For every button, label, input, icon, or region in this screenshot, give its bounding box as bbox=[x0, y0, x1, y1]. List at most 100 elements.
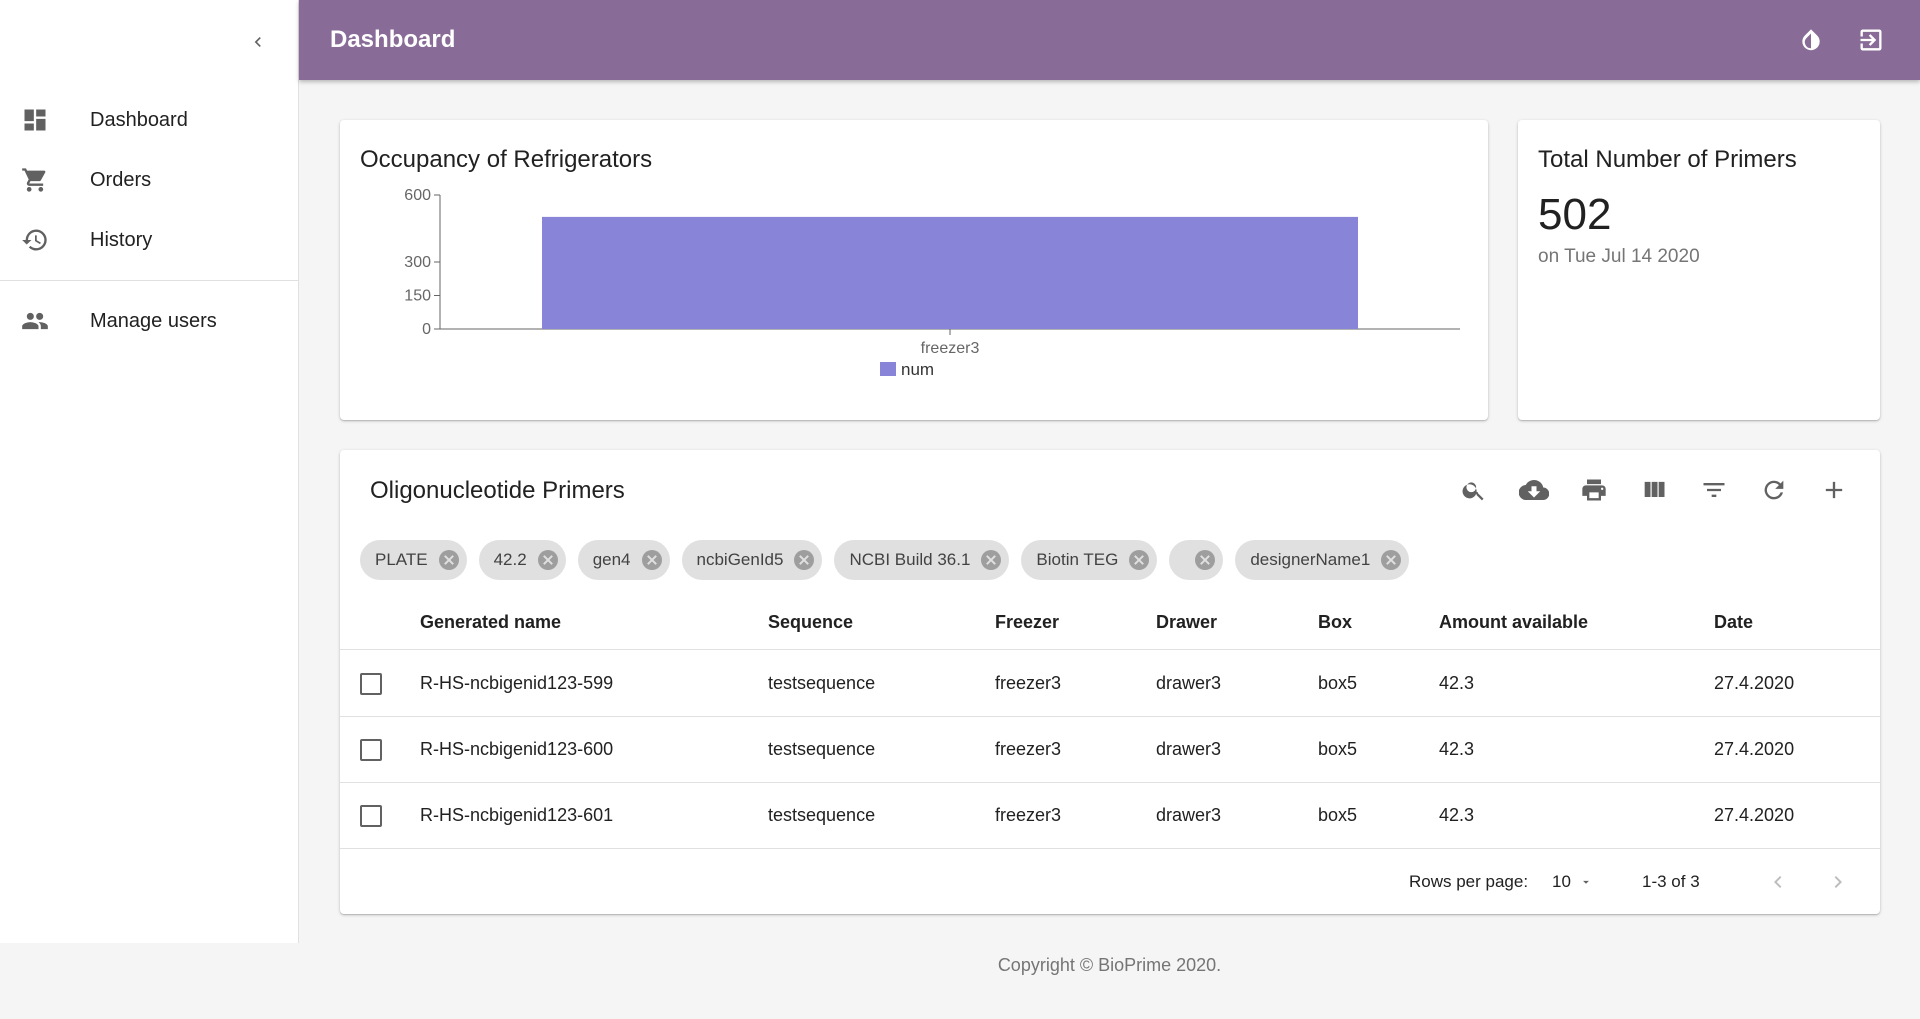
print-button[interactable] bbox=[1574, 470, 1614, 510]
bar-freezer3 bbox=[542, 216, 1358, 329]
cell-freezer: freezer3 bbox=[995, 739, 1062, 759]
column-header-drawer[interactable]: Drawer bbox=[1156, 596, 1217, 649]
print-icon bbox=[1582, 479, 1606, 501]
sidebar-divider bbox=[0, 280, 298, 281]
theme-toggle-icon bbox=[1802, 29, 1820, 51]
cell-amount-available: 42.3 bbox=[1439, 805, 1475, 825]
logout-button[interactable] bbox=[1852, 20, 1890, 60]
theme-toggle-button[interactable] bbox=[1792, 20, 1830, 60]
rows-per-page-value: 10 bbox=[1552, 872, 1571, 891]
history-icon bbox=[20, 225, 50, 255]
cell-generated-name: R-HS-ncbigenid123-599 bbox=[420, 673, 614, 693]
sidebar-item-label: Manage users bbox=[90, 309, 217, 332]
cancel-icon bbox=[981, 550, 1002, 570]
legend-label: num bbox=[901, 360, 934, 379]
sidebar-item-orders[interactable]: Orders bbox=[0, 150, 298, 210]
next-page-button[interactable] bbox=[1818, 862, 1858, 902]
filter-chip[interactable] bbox=[1169, 540, 1224, 580]
filter-chip[interactable]: Biotin TEG bbox=[1021, 540, 1158, 580]
table-header: Generated name Sequence Freezer Drawer B… bbox=[340, 596, 1880, 650]
sidebar-item-manage-users[interactable]: Manage users bbox=[0, 291, 298, 351]
download-button[interactable] bbox=[1514, 470, 1554, 510]
app-bar: Dashboard bbox=[299, 0, 1920, 80]
row-checkbox[interactable] bbox=[360, 672, 382, 695]
footer-copyright: Copyright © BioPrime 2020. bbox=[997, 955, 1222, 975]
sidebar-item-label: Dashboard bbox=[90, 108, 188, 131]
filter-icon bbox=[1703, 483, 1725, 497]
column-header-box[interactable]: Box bbox=[1318, 596, 1352, 649]
cancel-icon bbox=[438, 550, 459, 570]
search-button[interactable] bbox=[1454, 470, 1494, 510]
cancel-icon bbox=[1195, 550, 1216, 570]
sidebar-nav: Dashboard Orders History Manage users bbox=[0, 90, 298, 351]
table-pagination: Rows per page: 10 1-3 of 3 bbox=[340, 850, 1880, 914]
remove-chip-button[interactable] bbox=[437, 548, 461, 572]
total-primers-card: Total Number of Primers 502 on Tue Jul 1… bbox=[1518, 120, 1880, 420]
remove-chip-button[interactable] bbox=[640, 548, 664, 572]
filter-chips: PLATE 42.2 gen4 ncbiGenId5 NCBI Build 36.1 Bi… bbox=[360, 540, 1410, 580]
view-columns-icon bbox=[1644, 481, 1665, 497]
remove-chip-button[interactable] bbox=[979, 548, 1003, 572]
people-icon bbox=[20, 306, 50, 336]
cancel-icon bbox=[537, 550, 558, 570]
previous-page-button[interactable] bbox=[1758, 862, 1798, 902]
sidebar-item-history[interactable]: History bbox=[0, 210, 298, 270]
cancel-icon bbox=[1381, 550, 1402, 570]
filter-chip-label: PLATE bbox=[375, 550, 428, 569]
remove-chip-button[interactable] bbox=[1127, 548, 1151, 572]
y-tick-label: 300 bbox=[404, 254, 431, 271]
cell-amount-available: 42.3 bbox=[1439, 673, 1475, 693]
search-icon bbox=[1462, 482, 1484, 501]
refresh-icon bbox=[1764, 480, 1784, 500]
cell-amount-available: 42.3 bbox=[1439, 739, 1475, 759]
table-row[interactable]: R-HS-ncbigenid123-599 testsequence freezer… bbox=[340, 651, 1880, 717]
rows-per-page-select[interactable]: 10 bbox=[1552, 868, 1593, 896]
filter-chip[interactable]: NCBI Build 36.1 bbox=[834, 540, 1010, 580]
cell-sequence: testsequence bbox=[768, 739, 876, 759]
filter-chip[interactable]: designerName1 bbox=[1235, 540, 1410, 580]
dashboard-icon bbox=[20, 105, 50, 135]
cancel-icon bbox=[1129, 550, 1150, 570]
cell-drawer: drawer3 bbox=[1156, 673, 1222, 693]
add-button[interactable] bbox=[1814, 470, 1854, 510]
filter-chip-label: Biotin TEG bbox=[1036, 550, 1119, 569]
total-primers-title: Total Number of Primers bbox=[1538, 146, 1797, 173]
sidebar: Dashboard Orders History Manage users bbox=[0, 0, 299, 943]
table-row[interactable]: R-HS-ncbigenid123-601 testsequence freezer… bbox=[340, 783, 1880, 849]
filter-chip[interactable]: gen4 bbox=[577, 540, 670, 580]
column-header-sequence[interactable]: Sequence bbox=[768, 596, 853, 649]
table-row[interactable]: R-HS-ncbigenid123-600 testsequence freezer… bbox=[340, 717, 1880, 783]
chevron-left-icon bbox=[254, 37, 261, 47]
cell-drawer: drawer3 bbox=[1156, 739, 1222, 759]
cart-icon bbox=[20, 165, 50, 195]
filter-chip[interactable]: ncbiGenId5 bbox=[681, 540, 823, 580]
view-columns-button[interactable] bbox=[1634, 470, 1674, 510]
cell-generated-name: R-HS-ncbigenid123-601 bbox=[420, 805, 614, 825]
column-header-freezer[interactable]: Freezer bbox=[995, 596, 1059, 649]
filter-chip[interactable]: PLATE bbox=[360, 540, 467, 580]
row-select-cell bbox=[360, 717, 382, 782]
remove-chip-button[interactable] bbox=[792, 548, 816, 572]
column-header-amount-available[interactable]: Amount available bbox=[1439, 596, 1588, 649]
filter-button[interactable] bbox=[1694, 470, 1734, 510]
cancel-icon bbox=[794, 550, 815, 570]
row-select-cell bbox=[360, 783, 382, 848]
cell-box: box5 bbox=[1318, 805, 1358, 825]
caret-down-icon bbox=[1583, 880, 1589, 884]
remove-chip-button[interactable] bbox=[1193, 548, 1217, 572]
sidebar-item-dashboard[interactable]: Dashboard bbox=[0, 90, 298, 150]
remove-chip-button[interactable] bbox=[536, 548, 560, 572]
remove-chip-button[interactable] bbox=[1379, 548, 1403, 572]
row-checkbox[interactable] bbox=[360, 738, 382, 761]
row-checkbox[interactable] bbox=[360, 804, 382, 827]
cell-sequence: testsequence bbox=[768, 805, 876, 825]
column-header-date[interactable]: Date bbox=[1714, 596, 1753, 649]
cell-date: 27.4.2020 bbox=[1714, 739, 1795, 759]
refresh-button[interactable] bbox=[1754, 470, 1794, 510]
collapse-sidebar-button[interactable] bbox=[240, 24, 276, 60]
rows-per-page-label: Rows per page: bbox=[1409, 872, 1529, 891]
y-tick-label: 0 bbox=[422, 321, 431, 338]
row-select-cell bbox=[360, 651, 382, 716]
filter-chip[interactable]: 42.2 bbox=[478, 540, 566, 580]
column-header-generated-name[interactable]: Generated name bbox=[420, 596, 561, 649]
